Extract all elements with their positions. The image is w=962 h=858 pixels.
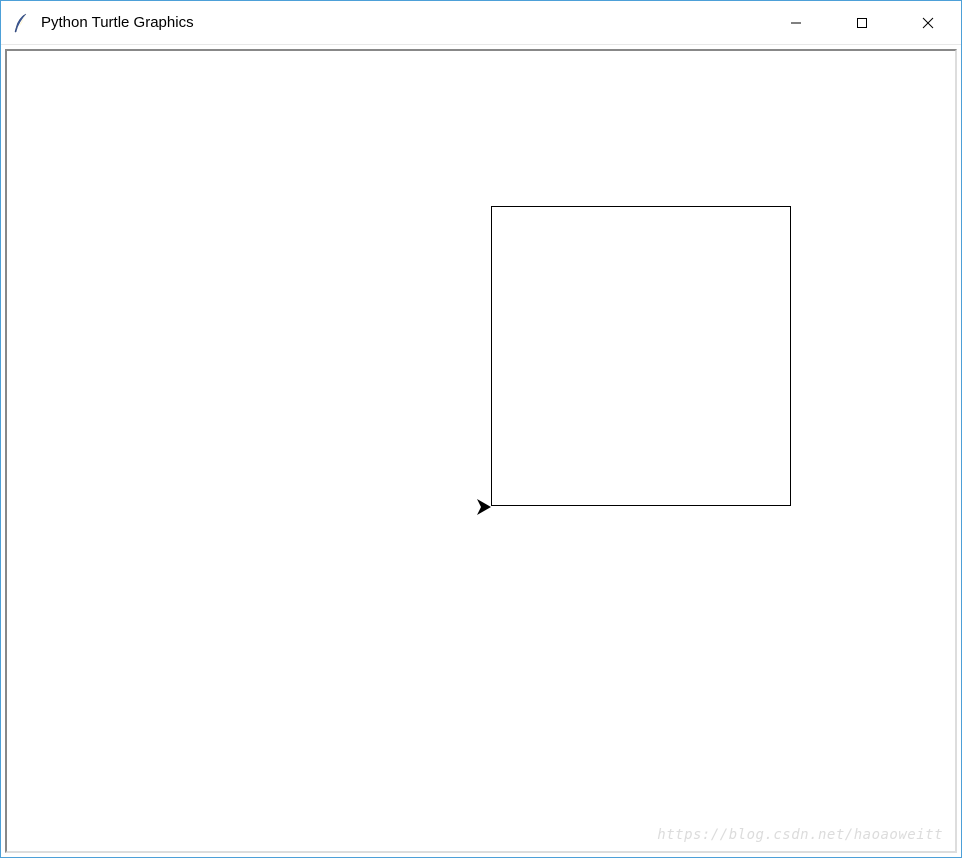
- canvas-container: https://blog.csdn.net/haoaoweitt: [1, 45, 961, 857]
- application-window: Python Turtle Graphics: [0, 0, 962, 858]
- minimize-icon: [790, 17, 802, 29]
- titlebar: Python Turtle Graphics: [1, 1, 961, 45]
- close-icon: [922, 17, 934, 29]
- turtle-canvas[interactable]: [7, 51, 955, 851]
- close-button[interactable]: [895, 1, 961, 44]
- window-controls: [763, 1, 961, 44]
- drawn-square: [491, 206, 791, 506]
- minimize-button[interactable]: [763, 1, 829, 44]
- python-feather-icon: [11, 13, 31, 33]
- maximize-button[interactable]: [829, 1, 895, 44]
- window-title: Python Turtle Graphics: [41, 14, 763, 31]
- maximize-icon: [856, 17, 868, 29]
- turtle-cursor-icon: [477, 499, 495, 520]
- canvas-border: https://blog.csdn.net/haoaoweitt: [5, 49, 957, 853]
